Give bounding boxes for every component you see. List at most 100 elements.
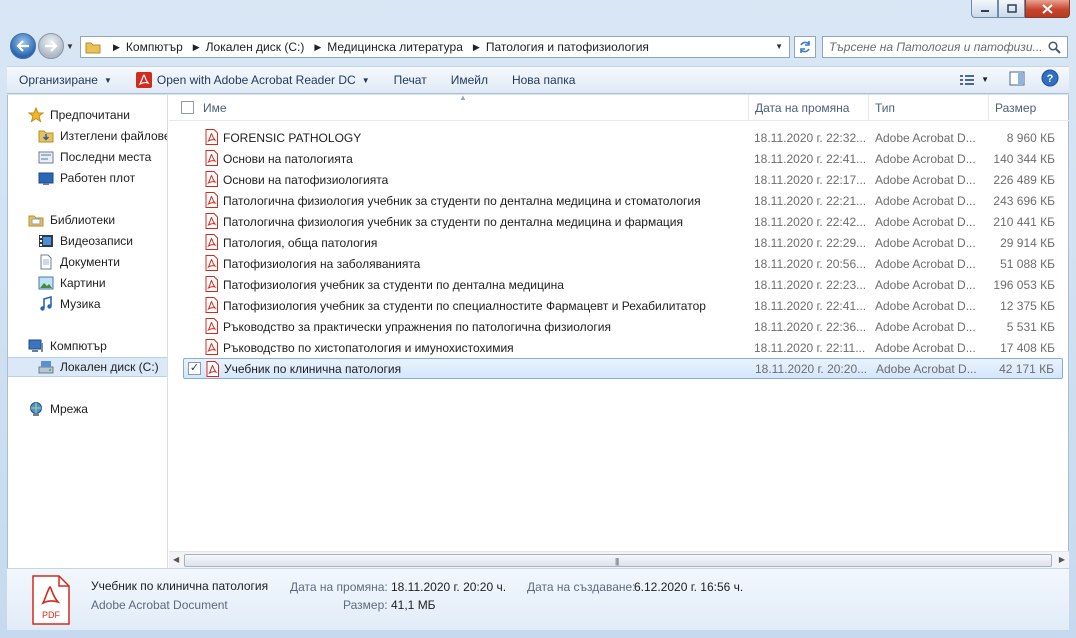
organize-menu[interactable]: Организиране ▼ bbox=[7, 67, 124, 93]
search-input[interactable]: Търсене на Патология и патофизи... bbox=[822, 36, 1068, 58]
nav-label: Работен плот bbox=[60, 171, 136, 185]
folder-icon bbox=[85, 42, 101, 54]
recent-pages-dropdown[interactable]: ▼ bbox=[66, 42, 74, 51]
hard-drive-icon bbox=[38, 359, 54, 375]
column-size[interactable]: Размер bbox=[989, 95, 1069, 121]
file-size: 42 171 КБ bbox=[999, 361, 1054, 376]
pdf-icon bbox=[205, 276, 218, 292]
address-history-dropdown[interactable]: ▼ bbox=[775, 42, 783, 51]
nav-label: Мрежа bbox=[50, 402, 88, 416]
file-date: 18.11.2020 г. 20:20... bbox=[755, 361, 868, 376]
file-name: Учебник по клинична патология bbox=[224, 361, 402, 376]
crumb-separator[interactable]: ▶ bbox=[193, 42, 200, 53]
details-pane: PDF Учебник по клинична патология Adobe … bbox=[7, 568, 1069, 630]
nav-network[interactable]: Мрежа bbox=[8, 399, 167, 419]
address-bar[interactable]: ▶ Компютър ▶ Локален диск (C:) ▶ Медицин… bbox=[80, 36, 790, 58]
pdf-icon bbox=[205, 129, 218, 145]
details-created-label: Дата на създаване: bbox=[527, 580, 636, 594]
window-controls bbox=[971, 0, 1070, 18]
file-row[interactable]: Основи на патофизиологията 18.11.2020 г. … bbox=[183, 169, 1063, 190]
nav-label: Изтеглени файлове bbox=[60, 129, 167, 143]
crumb-separator: ▶ bbox=[113, 41, 120, 52]
file-size: 8 960 КБ bbox=[1006, 130, 1055, 145]
file-name: FORENSIC PATHOLOGY bbox=[223, 130, 362, 145]
navigation-pane: Предпочитани Изтеглени файлове Последни … bbox=[8, 95, 168, 568]
scroll-left-icon[interactable]: ◀ bbox=[173, 555, 179, 564]
file-row[interactable]: Патофизиология учебник за студенти по сп… bbox=[183, 295, 1063, 316]
new-folder-label: Нова папка bbox=[511, 73, 576, 87]
file-row[interactable]: ✓ Учебник по клинична патология 18.11.2020… bbox=[183, 358, 1063, 379]
nav-desktop[interactable]: Работен плот bbox=[8, 168, 167, 188]
file-date: 18.11.2020 г. 22:29... bbox=[754, 235, 867, 250]
breadcrumb-medical-literature[interactable]: Медицинска литература bbox=[327, 40, 463, 54]
crumb-separator[interactable]: ▶ bbox=[473, 42, 480, 53]
column-type[interactable]: Тип bbox=[869, 95, 989, 121]
nav-videos[interactable]: Видеозаписи bbox=[8, 231, 167, 251]
nav-favorites[interactable]: Предпочитани bbox=[8, 105, 167, 125]
file-row[interactable]: FORENSIC PATHOLOGY 18.11.2020 г. 22:32...… bbox=[183, 127, 1063, 148]
file-type: Adobe Acrobat D... bbox=[875, 340, 976, 355]
details-size-value: 41,1 МБ bbox=[391, 598, 436, 612]
nav-recent-places[interactable]: Последни места bbox=[8, 147, 167, 167]
scroll-right-icon[interactable]: ▶ bbox=[1059, 555, 1065, 564]
nav-local-disk[interactable]: Локален диск (C:) bbox=[8, 357, 167, 377]
pdf-file-icon: PDF bbox=[32, 575, 70, 625]
nav-pictures[interactable]: Картини bbox=[8, 273, 167, 293]
email-button[interactable]: Имейл bbox=[439, 67, 500, 93]
computer-icon bbox=[28, 338, 44, 354]
nav-documents[interactable]: Документи bbox=[8, 252, 167, 272]
column-date[interactable]: Дата на промяна bbox=[749, 95, 869, 121]
file-row[interactable]: Основи на патологията 18.11.2020 г. 22:41… bbox=[183, 148, 1063, 169]
horizontal-scrollbar[interactable]: ◀ ||| ▶ bbox=[169, 551, 1069, 568]
document-icon bbox=[38, 254, 54, 270]
column-date-label: Дата на промяна bbox=[755, 101, 850, 115]
preview-pane-button[interactable] bbox=[1009, 71, 1025, 89]
breadcrumb-local-disk[interactable]: Локален диск (C:) bbox=[206, 40, 305, 54]
nav-label: Последни места bbox=[60, 150, 152, 164]
view-options-button[interactable]: ▼ bbox=[959, 73, 989, 87]
refresh-icon bbox=[800, 41, 810, 53]
file-row[interactable]: Ръководство по хистопатология и имунохис… bbox=[183, 337, 1063, 358]
nav-downloads[interactable]: Изтеглени файлове bbox=[8, 126, 167, 146]
select-all-checkbox[interactable] bbox=[181, 101, 194, 114]
scroll-thumb[interactable]: ||| bbox=[184, 554, 1052, 567]
nav-computer[interactable]: Компютър bbox=[8, 336, 167, 356]
file-name: Патологична физиология учебник за студен… bbox=[223, 193, 701, 208]
breadcrumb-pathology[interactable]: Патология и патофизиология bbox=[486, 40, 649, 54]
recent-places-icon bbox=[38, 149, 54, 165]
nav-music[interactable]: Музика bbox=[8, 294, 167, 314]
help-button[interactable]: ? bbox=[1041, 69, 1059, 90]
organize-label: Организиране bbox=[19, 73, 98, 87]
chevron-down-icon: ▼ bbox=[361, 75, 370, 85]
crumb-separator[interactable]: ▶ bbox=[314, 42, 321, 53]
search-placeholder: Търсене на Патология и патофизи... bbox=[829, 40, 1043, 54]
file-date: 18.11.2020 г. 22:32... bbox=[754, 130, 867, 145]
chevron-down-icon: ▼ bbox=[981, 75, 989, 84]
pdf-icon bbox=[205, 192, 218, 208]
refresh-button[interactable] bbox=[794, 36, 816, 58]
file-row[interactable]: Патофизиология на заболяванията 18.11.202… bbox=[183, 253, 1063, 274]
back-button[interactable] bbox=[10, 33, 36, 59]
file-size: 210 441 КБ bbox=[993, 214, 1055, 229]
maximize-button[interactable] bbox=[998, 0, 1025, 18]
breadcrumb-computer[interactable]: Компютър bbox=[126, 40, 183, 54]
pdf-icon bbox=[205, 234, 218, 250]
file-row[interactable]: Патология, обща патология 18.11.2020 г. 2… bbox=[183, 232, 1063, 253]
column-name[interactable]: Име bbox=[197, 95, 749, 121]
minimize-button[interactable] bbox=[971, 0, 998, 18]
new-folder-button[interactable]: Нова папка bbox=[500, 67, 587, 93]
close-button[interactable] bbox=[1025, 0, 1070, 18]
print-button[interactable]: Печат bbox=[382, 67, 439, 93]
open-with-button[interactable]: Open with Adobe Acrobat Reader DC ▼ bbox=[124, 67, 382, 93]
file-row[interactable]: Ръководство за практически упражнения по… bbox=[183, 316, 1063, 337]
file-name: Основи на патофизиологията bbox=[223, 172, 389, 187]
nav-libraries[interactable]: Библиотеки bbox=[8, 210, 167, 230]
file-name: Основи на патологията bbox=[223, 151, 353, 166]
row-checkbox[interactable]: ✓ bbox=[188, 362, 201, 375]
file-date: 18.11.2020 г. 22:11... bbox=[754, 340, 866, 355]
file-row[interactable]: Патофизиология учебник за студенти по де… bbox=[183, 274, 1063, 295]
forward-button[interactable] bbox=[38, 33, 64, 59]
preview-pane-icon bbox=[1009, 71, 1025, 85]
file-row[interactable]: Патологична физиология учебник за студен… bbox=[183, 211, 1063, 232]
file-row[interactable]: Патологична физиология учебник за студен… bbox=[183, 190, 1063, 211]
